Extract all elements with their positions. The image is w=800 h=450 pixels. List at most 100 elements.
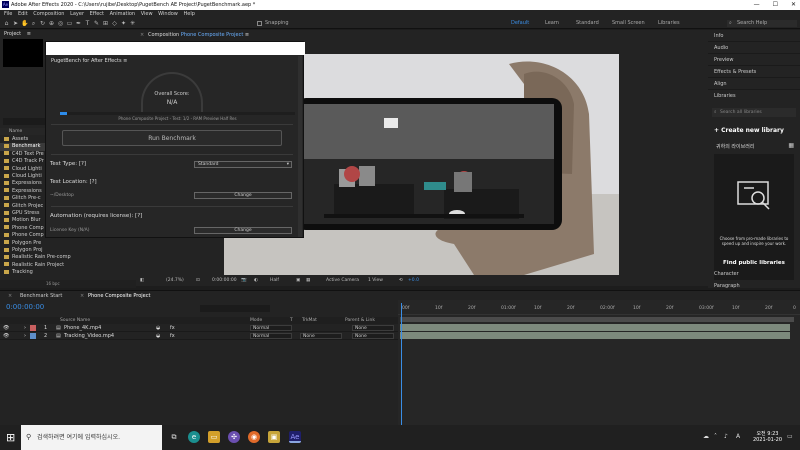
resolution-dropdown[interactable]: Half bbox=[270, 278, 279, 283]
camera-tool-icon[interactable]: ⊕ bbox=[48, 20, 55, 27]
visibility-eye-icon[interactable]: 👁 bbox=[3, 333, 9, 339]
column-mode[interactable]: Mode bbox=[250, 318, 262, 323]
visibility-eye-icon[interactable]: 👁 bbox=[3, 325, 9, 331]
chrome-icon[interactable]: ◉ bbox=[248, 431, 260, 443]
test-location-help-link[interactable]: [?] bbox=[89, 179, 96, 185]
layer-name[interactable]: Tracking_Video.mp4 bbox=[64, 333, 114, 339]
minimize-button[interactable]: — bbox=[754, 1, 760, 8]
layer-duration-bar[interactable] bbox=[400, 324, 790, 331]
composition-menu-icon[interactable]: ≡ bbox=[245, 32, 249, 38]
align-panel-tab[interactable]: Align bbox=[708, 78, 800, 90]
pen-tool-icon[interactable]: ✒ bbox=[75, 20, 82, 27]
fit-icon[interactable]: ⊡ bbox=[196, 278, 200, 283]
menu-layer[interactable]: Layer bbox=[70, 11, 84, 17]
region-of-interest-icon[interactable]: ▣ bbox=[296, 278, 300, 283]
show-channel-icon[interactable]: ◐ bbox=[254, 278, 258, 283]
roto-brush-tool-icon[interactable]: ✦ bbox=[120, 20, 127, 27]
menu-file[interactable]: File bbox=[4, 11, 12, 17]
expand-layer-icon[interactable]: › bbox=[24, 333, 26, 339]
workspace-small-screen[interactable]: Small Screen bbox=[612, 20, 645, 26]
character-panel-tab[interactable]: Character bbox=[708, 268, 800, 280]
parent-select[interactable]: None bbox=[352, 325, 394, 331]
zoom-dropdown[interactable]: (24.7%) bbox=[166, 278, 184, 283]
after-effects-taskbar-icon[interactable]: Ae bbox=[289, 431, 301, 443]
layer-search-input[interactable] bbox=[200, 305, 270, 312]
project-item[interactable]: Polygon Proj bbox=[0, 247, 136, 254]
close-tab-icon[interactable]: × bbox=[80, 293, 84, 299]
menu-animation[interactable]: Animation bbox=[110, 11, 136, 17]
automation-help-link[interactable]: [?] bbox=[135, 213, 142, 219]
eraser-tool-icon[interactable]: ◇ bbox=[111, 20, 118, 27]
libraries-panel-tab[interactable]: Libraries bbox=[708, 90, 800, 102]
menu-composition[interactable]: Composition bbox=[33, 11, 64, 17]
reset-exposure-icon[interactable]: ⟲ bbox=[399, 278, 403, 283]
search-help-input[interactable]: ⌕ Search Help bbox=[727, 20, 797, 27]
grid-view-icon[interactable]: ▦ bbox=[788, 142, 794, 149]
workspace-learn[interactable]: Learn bbox=[545, 20, 559, 26]
parent-select[interactable]: None bbox=[352, 333, 394, 339]
workspace-standard[interactable]: Standard bbox=[576, 20, 599, 26]
app-icon[interactable]: ▣ bbox=[268, 431, 280, 443]
layer-name[interactable]: Phone_4K.mp4 bbox=[64, 325, 101, 331]
audio-panel-tab[interactable]: Audio bbox=[708, 42, 800, 54]
shy-icon[interactable]: ◒ bbox=[156, 333, 160, 339]
expand-layer-icon[interactable]: › bbox=[24, 325, 26, 331]
menu-window[interactable]: Window bbox=[158, 11, 178, 17]
brush-tool-icon[interactable]: ✎ bbox=[93, 20, 100, 27]
project-item[interactable]: Realistic Rain Pre-comp bbox=[0, 254, 136, 261]
panel-menu-icon[interactable]: ≡ bbox=[27, 31, 31, 37]
test-type-select[interactable]: Standard ▾ bbox=[194, 161, 292, 168]
menu-help[interactable]: Help bbox=[183, 11, 194, 17]
taskbar-search-input[interactable]: ⚲ 검색하려면 여기에 입력하십시오. bbox=[21, 425, 162, 450]
workspace-libraries[interactable]: Libraries bbox=[658, 20, 680, 26]
close-button[interactable]: ✕ bbox=[791, 1, 796, 8]
file-explorer-icon[interactable]: ▭ bbox=[208, 431, 220, 443]
tab-phone-composite-project[interactable]: Phone Composite Project bbox=[88, 293, 150, 299]
work-area-bar[interactable] bbox=[400, 317, 794, 322]
track-matte-select[interactable]: None bbox=[300, 333, 342, 339]
column-parent-link[interactable]: Parent & Link bbox=[345, 318, 375, 323]
rectangle-tool-icon[interactable]: ▭ bbox=[66, 20, 73, 27]
shy-icon[interactable]: ◒ bbox=[156, 325, 160, 331]
maximize-button[interactable]: ☐ bbox=[773, 1, 778, 8]
viewer-timecode[interactable]: 0:00:00:00 bbox=[212, 278, 237, 283]
notifications-icon[interactable]: ▭ bbox=[787, 433, 793, 440]
snapping-checkbox[interactable] bbox=[257, 21, 262, 26]
views-dropdown[interactable]: 1 View bbox=[368, 278, 383, 283]
hand-tool-icon[interactable]: ✋ bbox=[21, 20, 28, 27]
preview-panel-tab[interactable]: Preview bbox=[708, 54, 800, 66]
blend-mode-select[interactable]: Normal bbox=[250, 333, 292, 339]
run-benchmark-button[interactable]: Run Benchmark bbox=[62, 130, 282, 146]
workspace-default[interactable]: Default bbox=[511, 20, 529, 26]
windows-start-icon[interactable]: ⊞ bbox=[6, 432, 17, 443]
camera-dropdown[interactable]: Active Camera bbox=[326, 278, 359, 283]
timeline-timecode[interactable]: 0:00:00:00 bbox=[6, 303, 44, 311]
composition-tab[interactable]: Composition Phone Composite Project ≡ bbox=[148, 32, 249, 38]
find-public-libraries-link[interactable]: Find public libraries bbox=[718, 260, 790, 266]
library-name[interactable]: 귀하의 라이브러리 bbox=[716, 143, 754, 150]
zoom-tool-icon[interactable]: ⌕ bbox=[30, 20, 37, 27]
effects-switch-icon[interactable]: fx bbox=[170, 325, 175, 331]
chevron-up-icon[interactable]: ˄ bbox=[714, 433, 717, 440]
current-time-indicator[interactable] bbox=[401, 303, 402, 425]
taskbar-clock[interactable]: 오전 9:23 2021-01-20 bbox=[753, 431, 782, 443]
blend-mode-select[interactable]: Normal bbox=[250, 325, 292, 331]
column-t[interactable]: T bbox=[290, 318, 293, 323]
info-panel-tab[interactable]: Info bbox=[708, 30, 800, 42]
pan-behind-tool-icon[interactable]: ◎ bbox=[57, 20, 64, 27]
close-tab-icon[interactable]: × bbox=[8, 293, 12, 299]
project-item[interactable]: Realistic Rain Project bbox=[0, 262, 136, 269]
layer-duration-bar[interactable] bbox=[400, 332, 790, 339]
time-ruler[interactable]: 00f 10f 20f 01:00f 10f 20f 02:00f 10f 20f 03:00f 1… bbox=[398, 305, 800, 315]
plugin-scrollbar[interactable] bbox=[298, 56, 302, 237]
tab-benchmark-start[interactable]: Benchmark Start bbox=[20, 293, 62, 299]
speaker-icon[interactable]: ♪ bbox=[724, 433, 728, 440]
menu-edit[interactable]: Edit bbox=[18, 11, 28, 17]
label-color-swatch[interactable] bbox=[30, 333, 36, 339]
project-item[interactable]: Polygon Pre bbox=[0, 240, 136, 247]
change-location-button[interactable]: Change bbox=[194, 192, 292, 199]
library-search-input[interactable]: ⌕ Search all libraries bbox=[712, 108, 796, 117]
clone-stamp-tool-icon[interactable]: ⊞ bbox=[102, 20, 109, 27]
rotate-tool-icon[interactable]: ↻ bbox=[39, 20, 46, 27]
column-trkmat[interactable]: TrkMat bbox=[302, 318, 317, 323]
